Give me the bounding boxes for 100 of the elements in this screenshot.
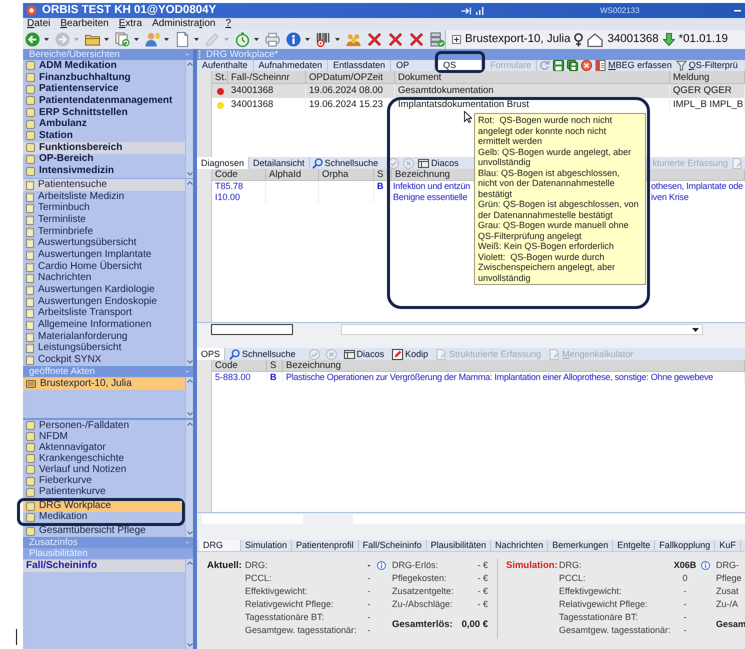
folder-icon[interactable]	[85, 32, 100, 47]
info-icon[interactable]	[377, 561, 386, 570]
dropdown-arrow-icon[interactable]	[335, 38, 340, 41]
input-field[interactable]	[211, 324, 293, 335]
toolbar-button[interactable]: Kodip	[388, 348, 432, 360]
tab[interactable]: Bemerkungen	[548, 540, 614, 551]
dropdown-arrow-icon[interactable]	[104, 38, 109, 41]
sidebar-item[interactable]: Leistungsübersicht	[23, 342, 185, 354]
menu-item[interactable]: Bearbeiten	[60, 19, 109, 29]
sidebar-item[interactable]: Materialanforderung	[23, 330, 185, 343]
sidebar-item[interactable]: Intensivmedizin	[23, 165, 185, 177]
minimize-icon[interactable]	[734, 9, 741, 12]
sidebar-item[interactable]: Terminliste	[23, 214, 185, 226]
dropdown-arrow-icon[interactable]	[305, 38, 310, 41]
sidebar-item[interactable]: Auswertungen Kardiologie	[23, 284, 185, 296]
toolbar-button[interactable]: MBEG erfassen	[593, 60, 674, 71]
sidebar-item[interactable]: NFDM	[23, 431, 185, 442]
scroll-up-icon[interactable]	[186, 422, 192, 426]
tab[interactable]: Patientenprofil	[292, 540, 359, 551]
sidebar-item[interactable]: Cockpit SYNX	[23, 354, 185, 366]
scrollbar[interactable]	[185, 420, 193, 537]
sidebar-item[interactable]: ERP Schnittstellen	[23, 106, 185, 118]
stopwatch-icon[interactable]	[235, 32, 250, 47]
sidebar-item[interactable]: Auswertungen Implantate	[23, 249, 185, 261]
sidebar-item[interactable]: Aktennavigator	[23, 442, 185, 454]
scroll-down-icon[interactable]	[186, 531, 192, 535]
sidebar-item[interactable]: Nachrichten	[23, 272, 185, 284]
sidebar-item[interactable]: Medikation	[23, 512, 182, 523]
sidebar-item[interactable]: Arbeitsliste Medizin	[23, 190, 185, 202]
server-check-icon[interactable]	[430, 32, 445, 47]
dropdown-arrow-icon[interactable]	[134, 38, 139, 41]
input-field[interactable]	[202, 514, 303, 524]
people-icon[interactable]	[346, 32, 361, 47]
expand-icon[interactable]	[452, 35, 461, 44]
scroll-down-icon[interactable]	[186, 412, 192, 416]
menu-item[interactable]: Extra	[118, 19, 142, 29]
sidebar-item[interactable]: Fieberkurve	[23, 475, 185, 487]
toolbar-button[interactable]: QS-Filterprü	[674, 60, 740, 71]
back-arrow-icon[interactable]	[25, 32, 40, 47]
sidebar-item[interactable]: Finanzbuchhaltung	[23, 72, 185, 84]
table-row[interactable]: 34001368 19.06.2024 08.00 Gesamtdokumentation QGER QGER	[212, 84, 745, 98]
menu-item[interactable]: Datei	[27, 19, 50, 29]
sidebar-item[interactable]: Cardio Home Übersicht	[23, 260, 185, 272]
tab[interactable]: Fallkopplung	[655, 540, 716, 551]
sidebar-item[interactable]: Terminbuch	[23, 202, 185, 214]
printer-icon[interactable]	[265, 32, 280, 47]
toolbar-button[interactable]: Diacos	[416, 157, 461, 169]
sidebar-item[interactable]: Funktionsbereich	[23, 142, 185, 154]
scroll-down-icon[interactable]	[186, 172, 192, 176]
sidebar-item[interactable]: ADM Medikation	[23, 60, 185, 72]
tab[interactable]: Simulation	[241, 540, 292, 551]
tab[interactable]: OPS	[197, 348, 226, 360]
sidebar-item[interactable]: Ambulanz	[23, 118, 185, 130]
sidebar-item[interactable]: Verlauf und Notizen	[23, 464, 185, 476]
tab[interactable]: Nachrichten	[491, 540, 548, 551]
sidebar-item[interactable]: Personen-/Falldaten	[23, 420, 185, 432]
grip-icon[interactable]	[198, 50, 201, 59]
sidebar-item[interactable]: Station	[23, 130, 185, 142]
barcode-icon[interactable]	[316, 32, 331, 47]
save-icon[interactable]	[552, 60, 564, 71]
toolbar-button[interactable]: Schnellsuche	[310, 157, 380, 169]
info-icon[interactable]	[701, 561, 710, 570]
tab[interactable]: DRG	[199, 540, 241, 551]
tab[interactable]: KuF	[715, 540, 741, 551]
delete-icon[interactable]	[367, 32, 382, 47]
sidebar-item[interactable]: Fall/Scheininfo	[23, 560, 185, 572]
sidebar-item[interactable]: Patientendatenmanagement	[23, 95, 185, 107]
tab[interactable]: Fall/Scheininfo	[358, 540, 427, 551]
sidebar-item[interactable]: Patientensuche	[23, 179, 185, 191]
toolbar-button[interactable]: Schnellsuche	[225, 348, 300, 360]
scroll-up-icon[interactable]	[186, 561, 192, 565]
sidebar-item[interactable]: Krankengeschichte	[23, 453, 185, 464]
sidebar-item[interactable]: OP-Bereich	[23, 154, 185, 166]
scrollbar[interactable]	[185, 179, 193, 366]
sidebar-item[interactable]: Arbeitsliste Transport	[23, 308, 185, 320]
scrollbar[interactable]	[185, 559, 193, 649]
scroll-up-icon[interactable]	[186, 379, 192, 383]
tab[interactable]: Diagnosen	[197, 157, 250, 169]
scroll-up-icon[interactable]	[186, 62, 192, 66]
document-icon[interactable]	[175, 32, 190, 47]
sidebar-item[interactable]: Patientenkurve	[23, 486, 185, 498]
menu-item[interactable]: Administration	[152, 19, 216, 29]
sidebar-item[interactable]: Patientenservice	[23, 83, 185, 96]
sidebar-item[interactable]: Gesamtübersicht Pflege	[23, 526, 185, 537]
scroll-up-icon[interactable]	[186, 181, 192, 185]
sidebar-item[interactable]: DRG Workplace	[23, 500, 182, 512]
save-all-icon[interactable]	[566, 60, 578, 71]
scroll-down-icon[interactable]	[186, 360, 192, 364]
scroll-down-icon[interactable]	[186, 643, 192, 647]
menu-item[interactable]: ?	[225, 19, 232, 29]
sidebar-item[interactable]: Allgemeine Informationen	[23, 319, 185, 331]
input-field[interactable]	[353, 514, 745, 524]
documents-icon[interactable]	[115, 32, 130, 47]
sidebar-item[interactable]: Brustexport-10, Julia	[23, 378, 185, 390]
tab[interactable]: QS	[438, 60, 482, 70]
toolbar-button[interactable]: Diacos	[340, 348, 388, 360]
tab[interactable]: Plausibilitäten	[426, 540, 492, 551]
tab[interactable]: Entgelte	[613, 540, 656, 551]
scrollbar[interactable]	[185, 377, 193, 418]
dropdown-arrow-icon[interactable]	[194, 38, 199, 41]
